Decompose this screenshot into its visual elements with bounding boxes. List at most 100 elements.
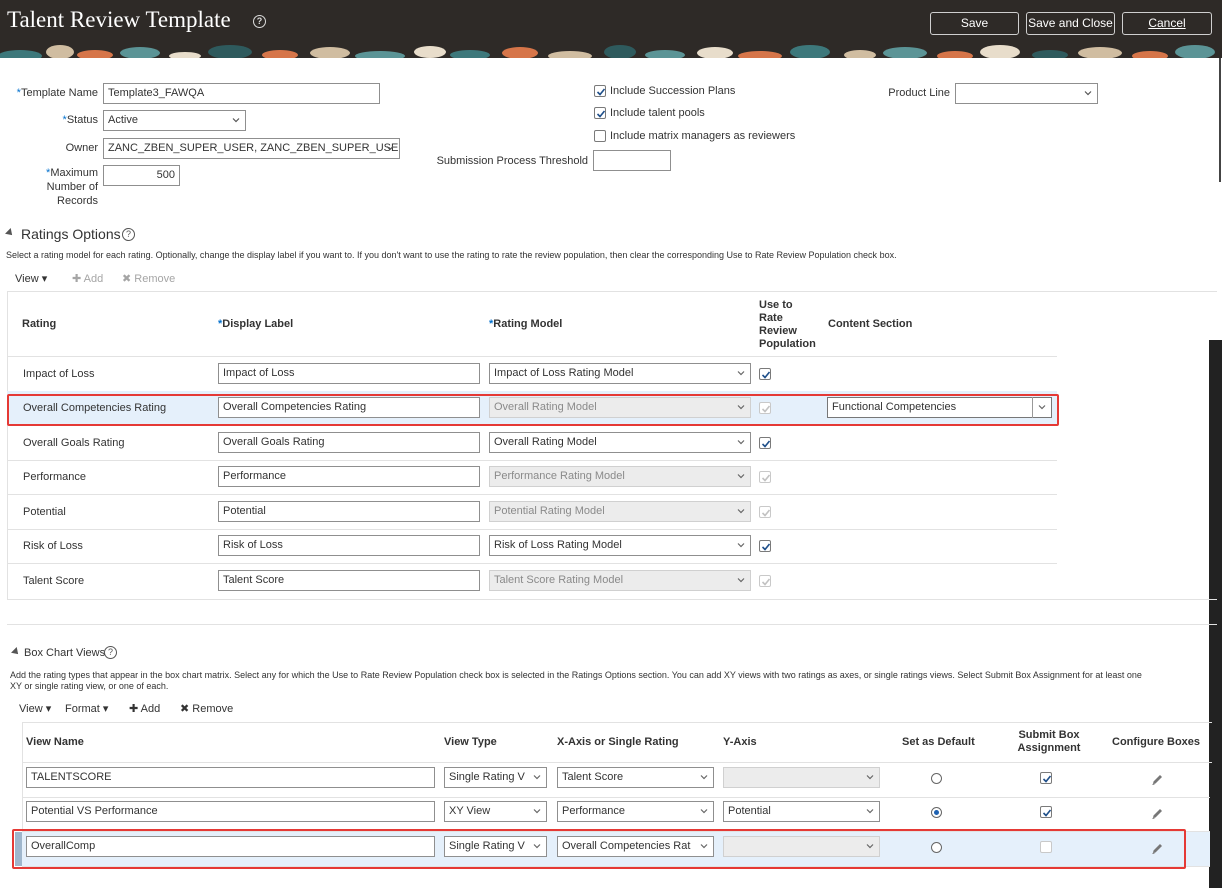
check-icon (1042, 809, 1052, 817)
collapse-icon[interactable] (11, 647, 21, 657)
save-button[interactable]: Save (930, 12, 1019, 35)
chevron-down-icon (737, 371, 745, 376)
chevron-down-icon (533, 809, 541, 814)
help-icon[interactable]: ? (122, 228, 135, 241)
include-succession-checkbox[interactable] (594, 85, 606, 97)
y-axis-select (723, 767, 880, 788)
view-type-select[interactable]: Single Rating V (444, 767, 547, 788)
use-to-rate-checkbox (759, 575, 771, 587)
template-name-label: *Template Name (16, 87, 98, 99)
display-label-input[interactable]: Potential (218, 501, 480, 522)
rating-model-select: Talent Score Rating Model (489, 570, 751, 591)
submit-box-checkbox[interactable] (1040, 772, 1052, 784)
include-pools-label: Include talent pools (610, 107, 705, 119)
save-and-close-button[interactable]: Save and Close (1026, 12, 1115, 35)
product-line-select[interactable] (955, 83, 1098, 104)
box-chart-description: Add the rating types that appear in the … (10, 670, 1142, 680)
use-to-rate-checkbox[interactable] (759, 437, 771, 449)
help-icon[interactable]: ? (104, 646, 117, 659)
owner-select[interactable]: ZANC_ZBEN_SUPER_USER, ZANC_ZBEN_SUPER_US… (103, 138, 400, 159)
ratings-description: Select a rating model for each rating. O… (6, 250, 897, 260)
view-name-input[interactable]: TALENTSCORE (26, 767, 435, 788)
set-default-radio[interactable] (931, 807, 942, 818)
col-configure-boxes: Configure Boxes (1112, 736, 1201, 748)
collapse-icon[interactable] (5, 228, 15, 238)
col-rating: Rating (22, 318, 57, 330)
use-to-rate-checkbox (759, 506, 771, 518)
submission-threshold-input[interactable] (593, 150, 671, 171)
submission-threshold-label: Submission Process Threshold (436, 155, 588, 167)
col-display-label: *Display Label (218, 318, 294, 330)
display-label-input[interactable]: Impact of Loss (218, 363, 480, 384)
col-use-to-rate: Use to Rate Review Population (759, 299, 816, 350)
display-label-input[interactable]: Overall Goals Rating (218, 432, 480, 453)
col-set-default: Set as Default (902, 736, 975, 748)
help-icon[interactable]: ? (253, 15, 266, 28)
submit-box-checkbox[interactable] (1040, 806, 1052, 818)
display-label-input[interactable]: Talent Score (218, 570, 480, 591)
use-to-rate-checkbox[interactable] (759, 368, 771, 380)
box-chart-views-title: Box Chart Views (24, 647, 106, 659)
display-label-input[interactable]: Performance (218, 466, 480, 487)
rating-model-select[interactable]: Overall Rating Model (489, 432, 751, 453)
add-button[interactable]: ✚ Add (129, 702, 160, 715)
edit-pencil-icon[interactable] (1151, 773, 1164, 786)
y-axis-select[interactable]: Potential (723, 801, 880, 822)
include-pools-checkbox[interactable] (594, 107, 606, 119)
highlight-box (12, 829, 1186, 869)
divider (7, 624, 1217, 625)
template-name-input[interactable]: Template3_FAWQA (103, 83, 380, 104)
ratings-options-title: Ratings Options (21, 226, 121, 242)
box-chart-description-2: XY or single rating view, or one of each… (10, 681, 169, 691)
max-records-input[interactable]: 500 (103, 165, 180, 186)
view-type-select[interactable]: XY View (444, 801, 547, 822)
chevron-down-icon (737, 509, 745, 514)
chevron-down-icon (737, 578, 745, 583)
rating-name: Performance (23, 471, 86, 483)
divider (7, 291, 1217, 292)
chevron-down-icon (232, 118, 240, 123)
cancel-button[interactable]: Cancel (1122, 12, 1212, 35)
header-decoration (0, 40, 1222, 58)
rating-model-select: Performance Rating Model (489, 466, 751, 487)
check-icon (596, 88, 606, 96)
max-records-label: *Maximum Number of Records (46, 167, 98, 207)
display-label-input[interactable]: Risk of Loss (218, 535, 480, 556)
rating-name: Risk of Loss (23, 540, 83, 552)
scrollbar-top[interactable] (1219, 58, 1221, 182)
edit-pencil-icon[interactable] (1151, 807, 1164, 820)
status-label: *Status (62, 114, 98, 126)
col-view-name: View Name (26, 736, 84, 748)
include-matrix-checkbox[interactable] (594, 130, 606, 142)
divider (22, 722, 1212, 723)
add-button[interactable]: ✚ Add (72, 272, 103, 285)
col-content-section: Content Section (828, 318, 913, 330)
page-header: Talent Review Template ? Save Save and C… (0, 0, 1222, 58)
rating-model-select[interactable]: Impact of Loss Rating Model (489, 363, 751, 384)
format-menu[interactable]: Format ▾ (65, 702, 108, 715)
rating-name: Potential (23, 506, 66, 518)
col-submit-box: Submit Box Assignment (1017, 729, 1081, 754)
rating-name: Impact of Loss (23, 368, 95, 380)
chevron-down-icon (737, 440, 745, 445)
chevron-down-icon (386, 146, 394, 151)
x-axis-select[interactable]: Talent Score (557, 767, 714, 788)
view-menu[interactable]: View ▾ (19, 702, 51, 715)
remove-button[interactable]: ✖ Remove (122, 272, 175, 285)
col-view-type: View Type (444, 736, 497, 748)
remove-button[interactable]: ✖ Remove (180, 702, 233, 715)
check-icon (761, 509, 771, 517)
scrollbar-right[interactable] (1209, 340, 1222, 888)
include-matrix-label: Include matrix managers as reviewers (610, 130, 796, 142)
chevron-down-icon (700, 775, 708, 780)
status-select[interactable]: Active (103, 110, 246, 131)
set-default-radio[interactable] (931, 773, 942, 784)
use-to-rate-checkbox[interactable] (759, 540, 771, 552)
chevron-down-icon (737, 543, 745, 548)
view-menu[interactable]: View ▾ (15, 272, 47, 285)
x-axis-select[interactable]: Performance (557, 801, 714, 822)
rating-model-select[interactable]: Risk of Loss Rating Model (489, 535, 751, 556)
view-name-input[interactable]: Potential VS Performance (26, 801, 435, 822)
chevron-down-icon (700, 809, 708, 814)
check-icon (761, 474, 771, 482)
